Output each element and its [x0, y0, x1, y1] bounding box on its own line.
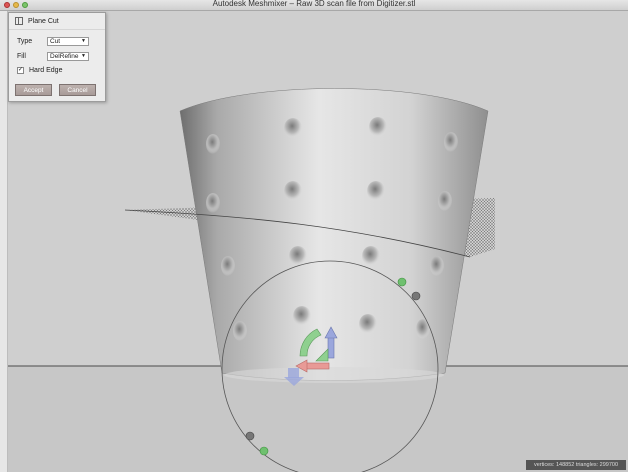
plane-cut-icon: [15, 17, 23, 25]
ring-node-green-top[interactable]: [397, 277, 407, 287]
fill-select[interactable]: DelRefine ▼: [47, 52, 89, 61]
type-label: Type: [17, 38, 33, 45]
window-titlebar: Autodesk Meshmixer – Raw 3D scan file fr…: [0, 0, 628, 11]
type-select[interactable]: Cut ▼: [47, 37, 89, 46]
fill-value: DelRefine: [50, 53, 79, 60]
ring-node-green-bottom[interactable]: [259, 446, 269, 456]
ring-node-grey-bottom[interactable]: [245, 431, 255, 441]
panel-header: Plane Cut: [9, 13, 105, 30]
chevron-down-icon: ▼: [81, 53, 86, 59]
type-row: Type Cut ▼: [17, 37, 89, 46]
hard-edge-checkbox[interactable]: ✓: [17, 67, 24, 74]
ring-node-grey-top[interactable]: [411, 291, 421, 301]
plane-cut-panel: Plane Cut Type Cut ▼ Fill DelRefine ▼ ✓ …: [8, 12, 106, 102]
window-title: Autodesk Meshmixer – Raw 3D scan file fr…: [212, 0, 416, 8]
accept-button[interactable]: Accept: [15, 84, 52, 96]
mesh-stats-status: vertices: 148852 triangles: 299700: [526, 460, 626, 470]
cancel-button[interactable]: Cancel: [59, 84, 96, 96]
hard-edge-row: ✓ Hard Edge: [17, 67, 62, 74]
left-toolbar-strip[interactable]: [0, 11, 8, 472]
panel-title: Plane Cut: [28, 17, 59, 25]
chevron-down-icon: ▼: [81, 38, 86, 44]
fill-label: Fill: [17, 53, 26, 60]
hard-edge-label: Hard Edge: [29, 67, 63, 74]
axis-handle-blue-down[interactable]: [288, 368, 299, 378]
axis-handle-red-shaft[interactable]: [304, 362, 330, 370]
fill-row: Fill DelRefine ▼: [17, 52, 89, 61]
type-value: Cut: [50, 38, 61, 45]
cup-bottom: [224, 367, 444, 383]
axis-handle-blue-shaft[interactable]: [327, 335, 335, 359]
